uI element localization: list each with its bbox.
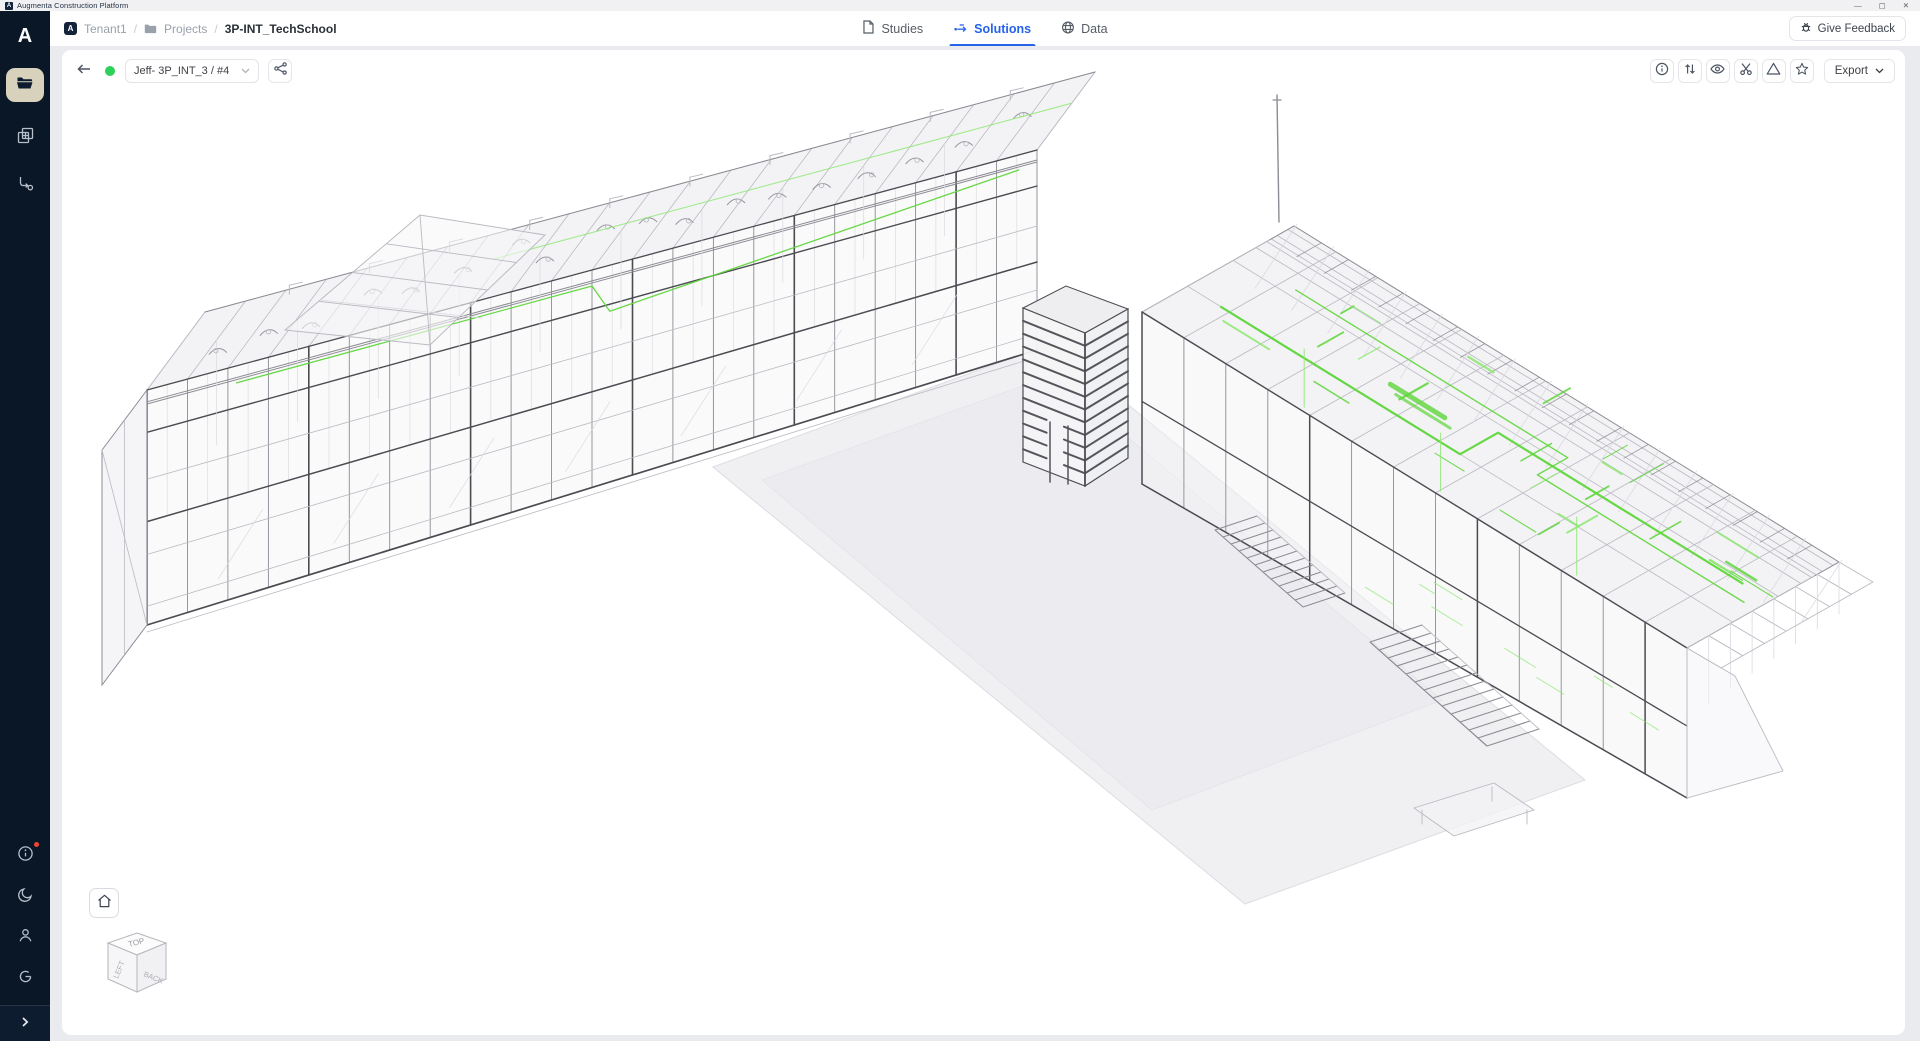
sidebar-notifications-button[interactable]: [13, 844, 37, 868]
visibility-button[interactable]: [1706, 59, 1730, 83]
export-button[interactable]: Export: [1824, 59, 1895, 83]
scissors-icon: [1739, 62, 1753, 81]
info-icon: [17, 845, 34, 867]
breadcrumb: A Tenant1 / Projects / 3P-INT_TechSchool: [64, 22, 337, 36]
sidebar-account-button[interactable]: [13, 926, 37, 950]
favorite-button[interactable]: [1790, 59, 1814, 83]
warning-triangle-icon: [1766, 62, 1781, 80]
sidebar-dark-mode-button[interactable]: [13, 885, 37, 909]
app-logo-icon: A: [5, 2, 13, 10]
tab-solutions[interactable]: Solutions: [953, 11, 1031, 46]
solution-selector-value: Jeff- 3P_INT_3 / #4: [134, 65, 229, 77]
breadcrumb-projects[interactable]: Projects: [164, 22, 207, 36]
tab-studies-label: Studies: [881, 22, 923, 36]
folder-icon: [144, 23, 157, 34]
flow-route-icon: [17, 175, 34, 197]
breadcrumb-separator: /: [134, 22, 137, 36]
window-maximize-button[interactable]: ▢: [1879, 2, 1886, 10]
eye-icon: [1710, 62, 1725, 80]
window-close-button[interactable]: ✕: [1903, 2, 1909, 10]
notification-dot: [34, 842, 39, 847]
building-model-svg: [62, 50, 1905, 1035]
brand-logo: A: [18, 25, 32, 48]
chevron-down-icon: [1875, 65, 1884, 77]
solution-selector[interactable]: Jeff- 3P_INT_3 / #4: [125, 59, 259, 83]
folder-open-icon: [16, 75, 34, 95]
globe-icon: [1061, 21, 1074, 37]
user-icon: [17, 927, 34, 949]
document-icon: [862, 20, 874, 37]
give-feedback-button[interactable]: Give Feedback: [1789, 16, 1906, 41]
tab-solutions-label: Solutions: [974, 22, 1031, 36]
sidebar-item-studies[interactable]: [13, 126, 37, 150]
window-titlebar: A Augmenta Construction Platform — ▢ ✕: [0, 0, 1920, 11]
power-icon: [17, 968, 34, 990]
home-view-button[interactable]: [89, 888, 119, 918]
share-button[interactable]: [268, 59, 292, 83]
breadcrumb-project-name: 3P-INT_TechSchool: [225, 22, 337, 36]
tab-data-label: Data: [1081, 22, 1107, 36]
sidebar-logout-button[interactable]: [13, 967, 37, 991]
tenant-logo-icon: A: [64, 22, 77, 35]
main-tabs: Studies Solutions Data: [862, 11, 1107, 46]
star-icon: [1795, 62, 1809, 81]
tab-data[interactable]: Data: [1061, 11, 1107, 46]
breadcrumb-separator: /: [214, 22, 217, 36]
viewer-panel: Jeff- 3P_INT_3 / #4: [62, 50, 1905, 1035]
top-navbar: A Tenant1 / Projects / 3P-INT_TechSchool…: [50, 11, 1920, 46]
model-viewport[interactable]: [62, 50, 1905, 1035]
bug-icon: [1800, 21, 1812, 36]
section-cut-button[interactable]: [1734, 59, 1758, 83]
give-feedback-label: Give Feedback: [1818, 23, 1895, 35]
export-label: Export: [1835, 65, 1868, 77]
breadcrumb-tenant[interactable]: Tenant1: [84, 22, 127, 36]
layers-grid-icon: [17, 127, 34, 149]
sidebar-item-projects[interactable]: [6, 68, 44, 102]
moon-icon: [17, 886, 34, 908]
window-minimize-button[interactable]: —: [1854, 2, 1862, 10]
tab-studies[interactable]: Studies: [862, 11, 923, 46]
info-button[interactable]: [1650, 59, 1674, 83]
info-circle-icon: [1655, 62, 1669, 81]
sidebar-expand-button[interactable]: [0, 1005, 50, 1041]
sidebar: A: [0, 11, 50, 1041]
window-title: Augmenta Construction Platform: [17, 1, 128, 10]
share-icon: [274, 62, 287, 80]
chevron-down-icon: [241, 68, 250, 74]
view-cube[interactable]: TOP LEFT BACK: [98, 926, 176, 1004]
chevron-right-icon: [19, 1015, 31, 1033]
solutions-flow-icon: [953, 21, 967, 37]
sidebar-item-solutions[interactable]: [13, 174, 37, 198]
issues-button[interactable]: [1762, 59, 1786, 83]
arrow-left-icon: [76, 62, 92, 81]
measure-button[interactable]: [1678, 59, 1702, 83]
home-icon: [97, 894, 112, 913]
back-button[interactable]: [71, 59, 97, 83]
viewer-toolbar: Jeff- 3P_INT_3 / #4: [71, 59, 1895, 83]
solution-status-dot: [105, 66, 115, 76]
swap-vertical-icon: [1683, 62, 1697, 81]
